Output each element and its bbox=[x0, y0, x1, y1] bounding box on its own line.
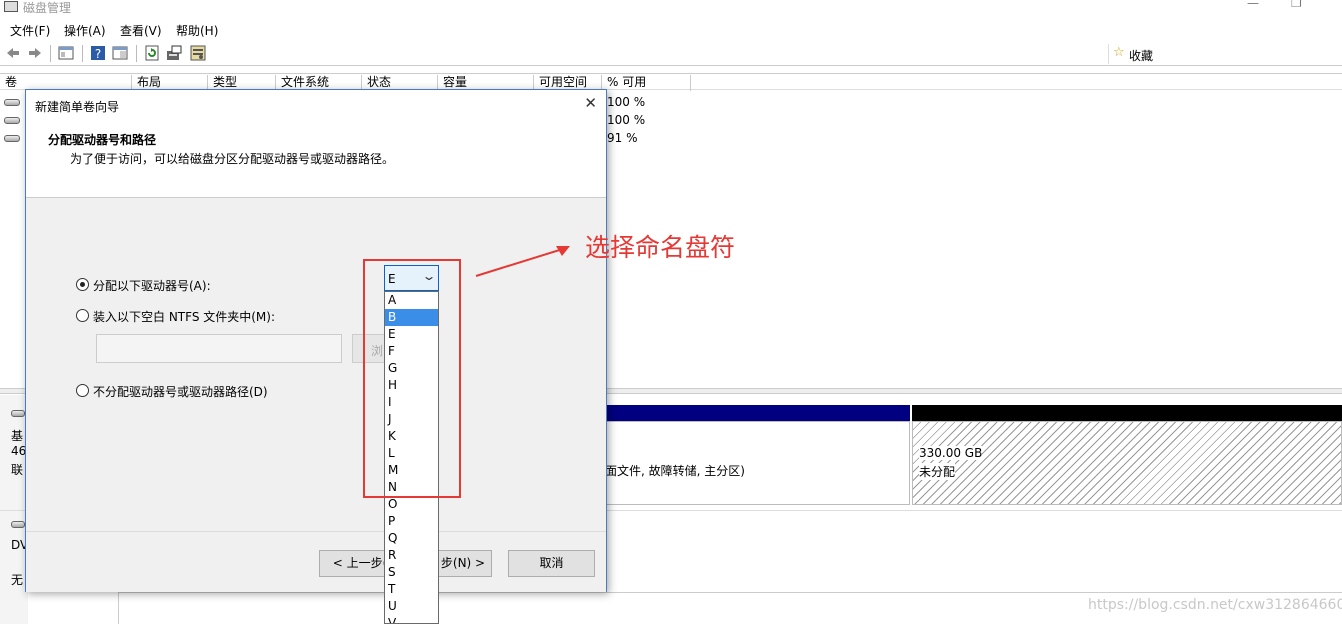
drive-letter-option[interactable]: R bbox=[385, 547, 438, 564]
help-icon[interactable]: ? bbox=[90, 45, 106, 61]
favorites-label: 收藏 bbox=[1129, 49, 1154, 63]
restore-button[interactable]: ❐ bbox=[1291, 0, 1305, 10]
disk-size: 46 bbox=[11, 444, 27, 458]
volume-row-percent-free[interactable]: 100 % bbox=[607, 113, 645, 127]
window-title: 磁盘管理 bbox=[23, 1, 72, 15]
volume-row-percent-free[interactable]: 91 % bbox=[607, 131, 638, 145]
minimize-button[interactable]: — bbox=[1247, 0, 1261, 10]
drive-letter-option[interactable]: P bbox=[385, 513, 438, 530]
favorites-bar[interactable]: ☆ 收藏 bbox=[1108, 44, 1342, 64]
menu-action[interactable]: 操作(A) bbox=[64, 22, 106, 39]
row-divider bbox=[118, 592, 1342, 593]
radio-assign-letter[interactable] bbox=[76, 278, 89, 291]
toolbar-separator bbox=[82, 45, 83, 62]
new-simple-volume-wizard: 新建简单卷向导 ✕ 分配驱动器号和路径 为了便于访问，可以给磁盘分区分配驱动器号… bbox=[25, 89, 607, 592]
toolbar: ? ☆ 收藏 bbox=[0, 42, 1342, 66]
wizard-heading: 分配驱动器号和路径 bbox=[48, 133, 157, 147]
annotation-arrow-icon bbox=[475, 246, 570, 277]
radio-assign-letter-label[interactable]: 分配以下驱动器号(A): bbox=[93, 277, 211, 294]
menu-view[interactable]: 查看(V) bbox=[120, 22, 162, 39]
unallocated-size: 330.00 GB bbox=[919, 446, 983, 460]
star-icon: ☆ bbox=[1113, 45, 1125, 60]
radio-no-assign[interactable] bbox=[76, 384, 89, 397]
drive-letter-option[interactable]: U bbox=[385, 598, 438, 615]
wizard-description: 为了便于访问，可以给磁盘分区分配驱动器号或驱动器路径。 bbox=[70, 152, 395, 166]
forward-arrow-icon[interactable] bbox=[27, 45, 43, 61]
toolbar-separator bbox=[136, 45, 137, 62]
column-header-percent-free[interactable]: % 可用 bbox=[601, 75, 691, 91]
drive-letter-option[interactable]: O bbox=[385, 496, 438, 513]
radio-mount-folder-label[interactable]: 装入以下空白 NTFS 文件夹中(M): bbox=[93, 308, 275, 325]
volume-row-percent-free[interactable]: 100 % bbox=[607, 95, 645, 109]
cdrom-icon bbox=[11, 521, 25, 528]
back-arrow-icon[interactable] bbox=[5, 45, 21, 61]
disk-status: 联 bbox=[11, 463, 24, 477]
unallocated-space-block[interactable]: 330.00 GB 未分配 bbox=[912, 421, 1342, 505]
menu-file[interactable]: 文件(F) bbox=[10, 22, 50, 39]
volume-list-header: 卷 布局 类型 文件系统 状态 容量 可用空间 % 可用 bbox=[0, 73, 1342, 91]
volume-drive-icon bbox=[4, 135, 20, 142]
wizard-footer: < 上一步( 步(N) > 取消 bbox=[26, 532, 606, 592]
radio-no-assign-label[interactable]: 不分配驱动器号或驱动器路径(D) bbox=[93, 383, 268, 400]
disk-label: 基 bbox=[11, 429, 24, 443]
partition-header-bar bbox=[607, 405, 910, 421]
row-divider bbox=[118, 593, 119, 624]
menu-help[interactable]: 帮助(H) bbox=[176, 22, 218, 39]
primary-partition-block[interactable]: 面文件, 故障转储, 主分区) bbox=[600, 421, 910, 505]
annotation-highlight-box bbox=[363, 259, 461, 498]
partition-status-text: 面文件, 故障转储, 主分区) bbox=[605, 464, 745, 478]
drive-letter-option[interactable]: T bbox=[385, 581, 438, 598]
toolbar-separator bbox=[50, 45, 51, 62]
disk-icon bbox=[11, 410, 25, 417]
annotation-text: 选择命名盘符 bbox=[585, 233, 736, 262]
radio-mount-folder[interactable] bbox=[76, 309, 89, 322]
drive-letter-option[interactable]: Q bbox=[385, 530, 438, 547]
properties-pane-icon[interactable] bbox=[112, 45, 128, 61]
rescan-disks-icon[interactable] bbox=[166, 45, 182, 61]
drive-letter-option[interactable]: V bbox=[385, 615, 438, 623]
drive-letter-option[interactable]: S bbox=[385, 564, 438, 581]
menu-bar: 文件(F) 操作(A) 查看(V) 帮助(H) bbox=[0, 20, 1342, 40]
svg-text:?: ? bbox=[95, 47, 101, 61]
unallocated-label: 未分配 bbox=[919, 463, 956, 480]
wizard-title: 新建简单卷向导 bbox=[35, 100, 120, 114]
folder-path-input[interactable] bbox=[96, 334, 342, 363]
watermark-text: https://blog.csdn.net/cxw312864660 bbox=[1088, 597, 1342, 613]
volume-drive-icon bbox=[4, 99, 20, 106]
cancel-button[interactable]: 取消 bbox=[508, 550, 595, 577]
close-icon[interactable]: ✕ bbox=[584, 94, 597, 112]
disk-properties-icon[interactable] bbox=[190, 45, 206, 61]
cdrom-media: 无 bbox=[11, 573, 24, 587]
disk-management-app-icon bbox=[4, 1, 18, 12]
console-tree-icon[interactable] bbox=[58, 45, 74, 61]
volume-drive-icon bbox=[4, 117, 20, 124]
refresh-icon[interactable] bbox=[144, 45, 160, 61]
unallocated-header-bar bbox=[912, 405, 1342, 421]
title-bar: 磁盘管理 — ❐ bbox=[0, 0, 1342, 15]
